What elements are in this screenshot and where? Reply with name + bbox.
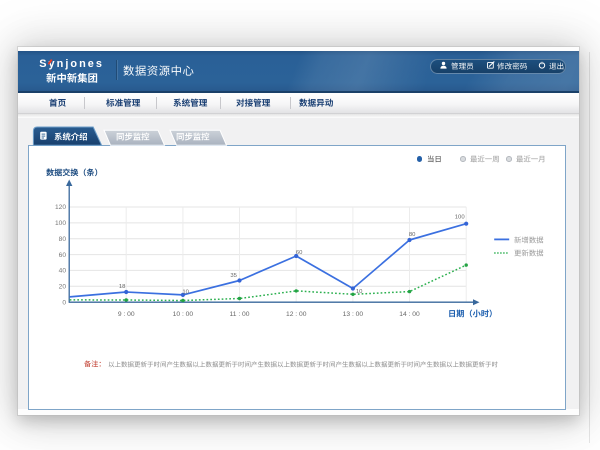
svg-text:18: 18 [119, 284, 126, 290]
svg-text:10: 10 [182, 290, 189, 296]
svg-text:120: 120 [55, 204, 66, 211]
svg-text:100: 100 [55, 220, 66, 227]
svg-text:80: 80 [58, 236, 66, 243]
svg-text:80: 80 [409, 232, 416, 238]
svg-text:40: 40 [58, 268, 66, 275]
svg-text:20: 20 [58, 284, 66, 291]
svg-text:100: 100 [455, 215, 466, 221]
svg-text:13 : 00: 13 : 00 [342, 311, 363, 318]
svg-text:12 : 00: 12 : 00 [286, 311, 307, 318]
svg-text:11 : 00: 11 : 00 [229, 311, 249, 318]
svg-text:14 : 00: 14 : 00 [399, 311, 420, 318]
svg-text:60: 60 [58, 252, 66, 259]
svg-text:0: 0 [62, 300, 66, 307]
svg-text:35: 35 [230, 273, 237, 279]
svg-text:60: 60 [296, 250, 303, 256]
svg-text:9 : 00: 9 : 00 [118, 311, 135, 318]
svg-text:10 : 00: 10 : 00 [172, 311, 193, 318]
svg-text:10: 10 [356, 289, 363, 295]
